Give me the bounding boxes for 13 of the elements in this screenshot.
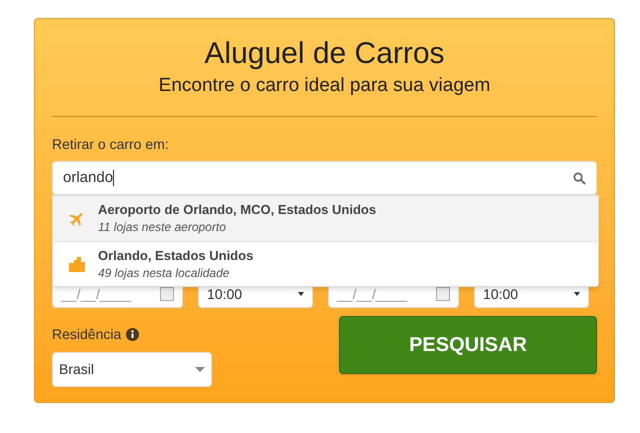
residence-select[interactable]: Brasil bbox=[52, 352, 212, 387]
suggestion-item[interactable]: Aeroporto de Orlando, MCO, Estados Unidos 11 lojas neste aeroporto bbox=[53, 196, 598, 241]
page-title: Aluguel de Carros bbox=[204, 37, 445, 71]
page-subtitle: Encontre o carro ideal para sua viagem bbox=[158, 74, 490, 98]
suggestion-item[interactable]: Orlando, Estados Unidos 49 lojas nesta localidade bbox=[53, 241, 598, 286]
suggestion-name: Orlando, Estados Unidos bbox=[98, 246, 254, 264]
suggestion-name: Aeroporto de Orlando, MCO, Estados Unidos bbox=[98, 201, 376, 219]
location-field[interactable]: orlando bbox=[52, 161, 597, 195]
suggestion-detail: 11 lojas neste aeroporto bbox=[98, 219, 227, 236]
field-label: Residência bbox=[52, 325, 122, 344]
search-button[interactable]: PESQUISAR bbox=[339, 316, 597, 374]
suggestion-detail: 49 lojas nesta localidade bbox=[98, 264, 230, 282]
field-label: Retirar o carro em: bbox=[52, 135, 170, 154]
